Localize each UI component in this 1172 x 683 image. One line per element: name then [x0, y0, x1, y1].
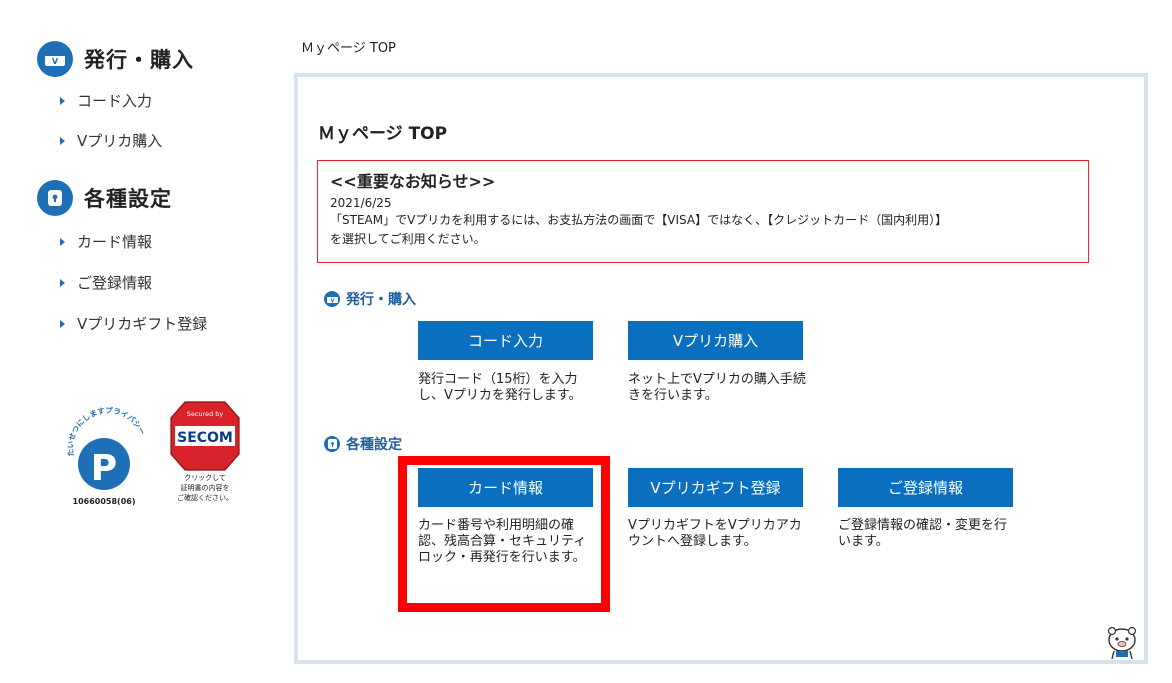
sidebar-item-label[interactable]: Vプリカギフト登録 [77, 313, 207, 334]
mascot-character-icon[interactable] [1104, 625, 1140, 661]
gift-registration-description: VプリカギフトをVプリカアカウントへ登録します。 [628, 518, 802, 549]
sidebar-item-label[interactable]: コード入力 [77, 90, 152, 111]
wallet-icon: V [324, 291, 340, 307]
vpreca-purchase-button[interactable]: Vプリカ購入 [628, 321, 803, 360]
breadcrumb: Ｍｙページ TOP [301, 41, 396, 56]
secom-caption-3: ご確認ください。 [177, 493, 233, 502]
svg-text:P: P [91, 448, 117, 489]
sidebar-item-vpreca-purchase[interactable]: Vプリカ購入 [60, 130, 162, 151]
privacy-mark-number: 10660058(06) [73, 497, 136, 506]
sidebar-item-label[interactable]: Vプリカ購入 [77, 130, 162, 151]
triangle-bullet-icon [60, 319, 65, 328]
section-issue-heading: V 発行・購入 [324, 289, 416, 309]
secom-caption-1: クリックして [184, 474, 226, 482]
lock-icon [37, 180, 73, 216]
gift-registration-button[interactable]: Vプリカギフト登録 [628, 468, 803, 507]
secom-brand: SECOM [177, 430, 233, 446]
sidebar-section-title: 各種設定 [84, 187, 172, 211]
sidebar-item-gift-registration[interactable]: Vプリカギフト登録 [60, 313, 207, 334]
sidebar-item-label[interactable]: カード情報 [77, 231, 152, 252]
card-info-description: カード番号や利用明細の確認、残高合算・セキュリティロック・再発行を行います。 [418, 518, 587, 565]
svg-text:V: V [52, 57, 59, 66]
triangle-bullet-icon [60, 96, 65, 105]
sidebar-section-title: 発行・購入 [84, 48, 194, 72]
important-notice-box: <<重要なお知らせ>> 2021/6/25 「STEAM」でVプリカを利用するに… [317, 160, 1089, 263]
sidebar-item-registration-info[interactable]: ご登録情報 [60, 272, 152, 293]
triangle-bullet-icon [60, 278, 65, 287]
secom-caption-2: 証明書の内容を [181, 483, 230, 492]
card-info-button[interactable]: カード情報 [418, 468, 593, 507]
svg-text:V: V [330, 299, 334, 304]
sidebar-item-card-info[interactable]: カード情報 [60, 231, 152, 252]
sidebar-section-settings: 各種設定 [37, 180, 172, 216]
notice-date: 2021/6/25 [330, 196, 392, 210]
registration-info-description: ご登録情報の確認・変更を行います。 [838, 518, 1008, 549]
wallet-icon: V [37, 41, 73, 77]
section-title: 発行・購入 [346, 292, 416, 308]
section-title: 各種設定 [346, 437, 402, 453]
secom-seal-top-text: Secured by [187, 410, 224, 418]
triangle-bullet-icon [60, 136, 65, 145]
notice-heading: <<重要なお知らせ>> [330, 172, 496, 191]
notice-body-line: を選択してご利用ください。 [330, 232, 486, 246]
sidebar-item-code-input[interactable]: コード入力 [60, 90, 152, 111]
section-settings-heading: 各種設定 [324, 434, 402, 454]
notice-body-line: 「STEAM」でVプリカを利用するには、お支払方法の画面で【VISA】ではなく、… [330, 213, 948, 227]
triangle-bullet-icon [60, 237, 65, 246]
lock-icon [324, 436, 340, 452]
code-input-description: 発行コード（15桁）を入力し、Vプリカを発行します。 [418, 372, 582, 403]
sidebar-item-label[interactable]: ご登録情報 [77, 272, 152, 293]
sidebar-section-issue: V 発行・購入 [37, 41, 194, 77]
code-input-button[interactable]: コード入力 [418, 321, 593, 360]
vpreca-purchase-description: ネット上でVプリカの購入手続きを行います。 [628, 372, 806, 403]
secom-seal[interactable]: Secured by SECOM クリックして 証明書の内容を ご確認ください。 [165, 398, 245, 508]
registration-info-button[interactable]: ご登録情報 [838, 468, 1013, 507]
page-title: Ｍｙページ TOP [318, 124, 448, 144]
privacy-mark-logo[interactable]: たいせつにしますプライバシー P 10660058(06) [64, 405, 150, 510]
